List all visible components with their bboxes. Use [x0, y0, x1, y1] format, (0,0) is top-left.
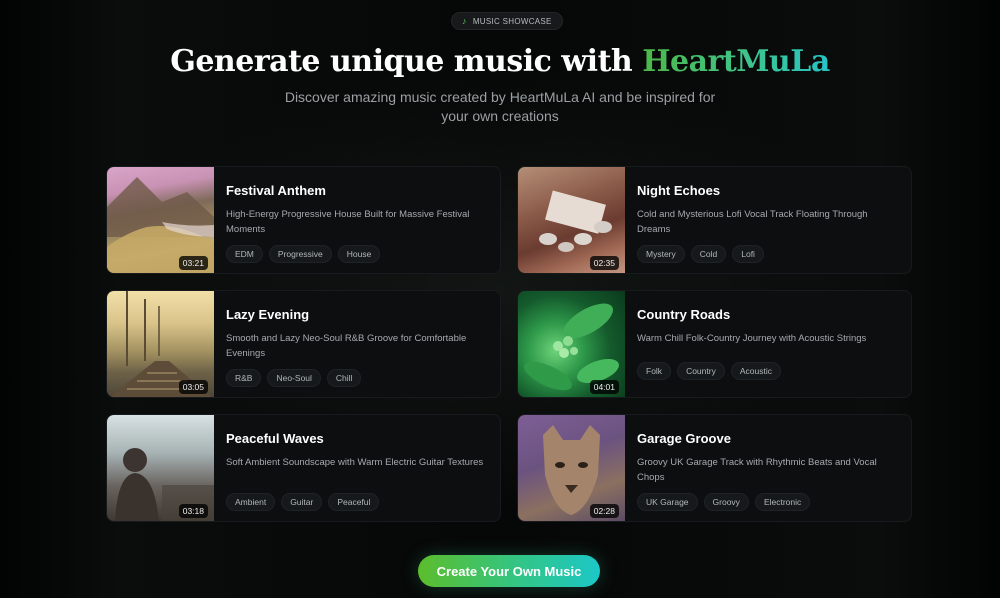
track-card[interactable]: 04:01 Country Roads Warm Chill Folk-Coun…: [517, 290, 912, 398]
tag[interactable]: Peaceful: [328, 493, 380, 511]
track-info: Peaceful Waves Soft Ambient Soundscape w…: [214, 415, 500, 521]
tag[interactable]: Neo-Soul: [267, 369, 321, 387]
track-duration: 03:05: [178, 380, 208, 394]
track-duration: 03:21: [178, 256, 208, 270]
music-note-icon: ♪: [462, 16, 467, 26]
track-title: Garage Groove: [637, 431, 731, 446]
track-thumbnail[interactable]: 03:18: [107, 415, 214, 521]
section-badge: ♪ MUSIC SHOWCASE: [451, 12, 563, 30]
tag[interactable]: UK Garage: [637, 493, 698, 511]
track-grid: 03:21 Festival Anthem High-Energy Progre…: [106, 166, 912, 522]
track-duration: 02:35: [589, 256, 619, 270]
track-card[interactable]: 03:05 Lazy Evening Smooth and Lazy Neo-S…: [106, 290, 501, 398]
track-description: Smooth and Lazy Neo-Soul R&B Groove for …: [226, 333, 467, 359]
track-info: Festival Anthem High-Energy Progressive …: [214, 167, 500, 273]
tag[interactable]: Folk: [637, 362, 672, 380]
track-tags: Ambient Guitar Peaceful: [226, 493, 488, 511]
track-description: Warm Chill Folk-Country Journey with Aco…: [637, 333, 867, 344]
tag[interactable]: Groovy: [703, 493, 749, 511]
track-info: Garage Groove Groovy UK Garage Track wit…: [625, 415, 911, 521]
track-duration: 04:01: [589, 380, 619, 394]
track-title: Festival Anthem: [226, 183, 326, 198]
track-description: High-Energy Progressive House Built for …: [226, 209, 470, 235]
track-thumbnail[interactable]: 03:05: [107, 291, 214, 397]
track-info: Night Echoes Cold and Mysterious Lofi Vo…: [625, 167, 911, 273]
track-duration: 03:18: [178, 504, 208, 518]
tag[interactable]: House: [337, 245, 381, 263]
tag[interactable]: Guitar: [281, 493, 323, 511]
track-info: Country Roads Warm Chill Folk-Country Jo…: [625, 291, 911, 397]
tag[interactable]: Progressive: [268, 245, 332, 263]
create-music-button[interactable]: Create Your Own Music: [418, 555, 600, 587]
tag[interactable]: Mystery: [637, 245, 685, 263]
tag[interactable]: Lofi: [732, 245, 764, 263]
track-description: Groovy UK Garage Track with Rhythmic Bea…: [637, 457, 877, 483]
tag[interactable]: Chill: [326, 369, 362, 387]
track-thumbnail[interactable]: 02:28: [518, 415, 625, 521]
track-thumbnail[interactable]: 03:21: [107, 167, 214, 273]
page-title: Generate unique music with HeartMuLa: [0, 40, 1000, 84]
track-card[interactable]: 03:18 Peaceful Waves Soft Ambient Sounds…: [106, 414, 501, 522]
tag[interactable]: Country: [677, 362, 725, 380]
track-title: Country Roads: [637, 307, 731, 322]
track-thumbnail[interactable]: 04:01: [518, 291, 625, 397]
track-thumbnail[interactable]: 02:35: [518, 167, 625, 273]
tag[interactable]: Ambient: [226, 493, 276, 511]
track-card[interactable]: 03:21 Festival Anthem High-Energy Progre…: [106, 166, 501, 274]
tag[interactable]: Electronic: [754, 493, 811, 511]
track-tags: Mystery Cold Lofi: [637, 245, 899, 263]
track-title: Lazy Evening: [226, 307, 310, 322]
track-card[interactable]: 02:28 Garage Groove Groovy UK Garage Tra…: [517, 414, 912, 522]
tag[interactable]: R&B: [226, 369, 262, 387]
tag[interactable]: Acoustic: [730, 362, 781, 380]
track-description: Soft Ambient Soundscape with Warm Electr…: [226, 457, 484, 468]
track-tags: Folk Country Acoustic: [637, 362, 899, 380]
track-title: Peaceful Waves: [226, 431, 324, 446]
page-subtitle: Discover amazing music created by HeartM…: [284, 89, 716, 124]
track-tags: R&B Neo-Soul Chill: [226, 369, 488, 387]
track-description: Cold and Mysterious Lofi Vocal Track Flo…: [637, 209, 868, 235]
track-duration: 02:28: [589, 504, 619, 518]
track-tags: UK Garage Groovy Electronic: [637, 493, 899, 511]
brand-name: HeartMuLa: [642, 44, 830, 79]
tag[interactable]: EDM: [226, 245, 263, 263]
tag[interactable]: Cold: [690, 245, 727, 263]
badge-label: MUSIC SHOWCASE: [472, 16, 552, 26]
track-tags: EDM Progressive House: [226, 245, 488, 263]
page-title-prefix: Generate unique music with: [170, 44, 643, 79]
track-title: Night Echoes: [637, 183, 721, 198]
track-info: Lazy Evening Smooth and Lazy Neo-Soul R&…: [214, 291, 500, 397]
track-card[interactable]: 02:35 Night Echoes Cold and Mysterious L…: [517, 166, 912, 274]
